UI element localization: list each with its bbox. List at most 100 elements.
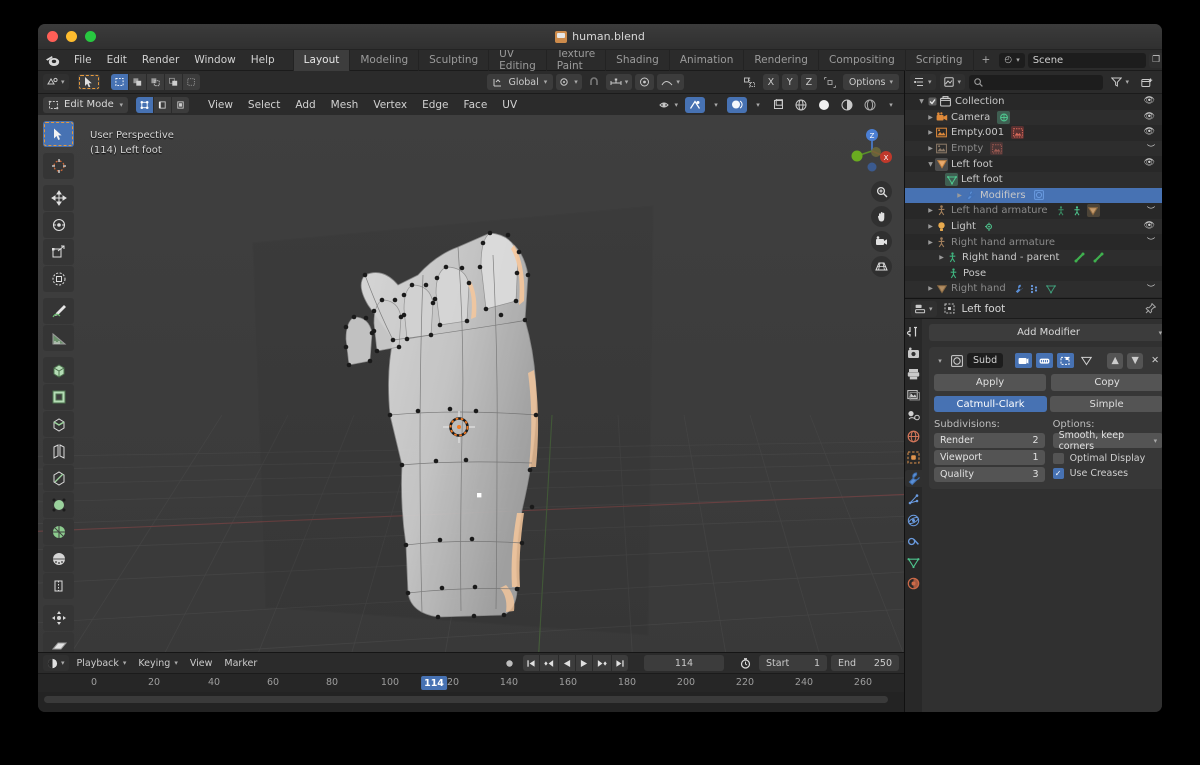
overlays-toggle-button[interactable]: [685, 96, 705, 113]
quality-field[interactable]: Quality 3: [934, 467, 1045, 482]
viewport-menu-select[interactable]: Select: [242, 97, 286, 113]
material-tab[interactable]: [905, 575, 922, 592]
spin-tool[interactable]: [43, 519, 74, 545]
workspace-tab-uv-editing[interactable]: UV Editing: [488, 48, 546, 72]
copy-button[interactable]: Copy: [1051, 374, 1162, 391]
shading-wireframe-button[interactable]: [769, 97, 788, 113]
timeline-menu-keying[interactable]: Keying ▾: [134, 655, 181, 671]
shading-solid-button[interactable]: [814, 97, 834, 113]
new-collection-icon[interactable]: [1137, 74, 1157, 90]
interaction-mode-dropdown[interactable]: Edit Mode ▾: [43, 96, 128, 113]
output-tab[interactable]: [905, 365, 922, 382]
disclosure-triangle-icon[interactable]: ▶: [937, 254, 946, 261]
simple-button[interactable]: Simple: [1050, 396, 1162, 412]
viewport-menu-view[interactable]: View: [202, 97, 239, 113]
disclosure-triangle-icon[interactable]: ▶: [926, 239, 935, 246]
close-window-button[interactable]: [47, 31, 58, 42]
editor-type-icon[interactable]: ▾: [43, 74, 69, 90]
menu-render[interactable]: Render: [135, 51, 186, 69]
select-mode-vertex-button[interactable]: [136, 96, 153, 113]
modifier-tab[interactable]: [905, 470, 922, 487]
shading-dropdown[interactable]: ▾: [883, 97, 899, 113]
transform-tool[interactable]: [43, 266, 74, 292]
use-creases-checkbox[interactable]: ✓: [1052, 468, 1064, 479]
modifier-toggle-on-cage[interactable]: [1015, 353, 1033, 368]
outliner-row-right-hand-parent[interactable]: ▶ Right hand - parent: [905, 249, 1162, 266]
outliner-row-left-hand-armature[interactable]: ▶ Left hand armature ︶: [905, 203, 1162, 219]
scene-browse-icon[interactable]: ◴ ▾: [999, 52, 1025, 68]
mesh-child-icon[interactable]: [1086, 204, 1100, 218]
optimal-display-row[interactable]: Optimal Display: [1052, 453, 1162, 464]
poly-build-tool[interactable]: [43, 492, 74, 518]
uv-smooth-dropdown[interactable]: Smooth, keep corners ▾: [1052, 430, 1162, 452]
render-subdivisions-field[interactable]: Render 2: [934, 433, 1045, 448]
workspace-add-button[interactable]: +: [972, 49, 999, 71]
visibility-eye-hidden-icon[interactable]: ︶: [1147, 143, 1155, 154]
workspace-tab-compositing[interactable]: Compositing: [817, 49, 905, 71]
disclosure-triangle-icon[interactable]: ▶: [926, 207, 935, 214]
rotate-tool[interactable]: [43, 212, 74, 238]
blender-logo-icon[interactable]: [45, 53, 61, 67]
shading-material-button[interactable]: [837, 97, 857, 113]
frame-end-field[interactable]: End 250: [831, 655, 899, 671]
visibility-eye-hidden-icon[interactable]: ︶: [1147, 205, 1155, 216]
mesh-data-icon[interactable]: [1045, 282, 1058, 295]
light-data-icon[interactable]: [983, 220, 996, 233]
scale-tool[interactable]: [43, 239, 74, 265]
measure-tool[interactable]: [43, 325, 74, 351]
select-set-button[interactable]: [110, 74, 128, 90]
subsurf-icon[interactable]: [1033, 189, 1046, 202]
visibility-eye-hidden-icon[interactable]: ︶: [1147, 236, 1155, 247]
disclosure-triangle-icon[interactable]: ▼: [926, 161, 935, 168]
add-modifier-dropdown[interactable]: Add Modifier ▾: [929, 324, 1162, 341]
previous-keyframe-button[interactable]: [540, 655, 558, 671]
visibility-eye-hidden-icon[interactable]: ︶: [1147, 283, 1155, 294]
jump-to-start-button[interactable]: [523, 655, 539, 671]
overlays-dropdown[interactable]: ▾: [708, 97, 724, 113]
arrow-down-icon[interactable]: ▼: [1127, 352, 1144, 369]
timeline-horizontal-scrollbar[interactable]: [44, 696, 888, 703]
select-invert-button[interactable]: [164, 74, 182, 90]
cursor-select-icon[interactable]: [77, 74, 100, 90]
grid-icon[interactable]: [871, 256, 892, 277]
close-icon[interactable]: ✕: [1147, 353, 1162, 369]
outliner-row-light[interactable]: ▶ Light 👁: [905, 218, 1162, 235]
menu-file[interactable]: File: [67, 51, 99, 69]
optimal-display-checkbox[interactable]: [1052, 453, 1064, 464]
viewport-options-dropdown[interactable]: Options ▾: [842, 74, 899, 90]
zoom-window-button[interactable]: [85, 31, 96, 42]
outliner-tree[interactable]: ▼ Collection 👁 ▶ Camera 👁 ▶ Empty.001 👁 …: [905, 94, 1162, 298]
visibility-eye-icon[interactable]: 👁: [1144, 127, 1155, 137]
next-keyframe-button[interactable]: [593, 655, 611, 671]
outliner-row-right-hand[interactable]: ▶ Right hand ︶: [905, 281, 1162, 297]
xray-toggle-button[interactable]: [727, 96, 747, 113]
select-mode-edge-button[interactable]: [154, 96, 171, 113]
viewport-menu-edge[interactable]: Edge: [416, 97, 454, 113]
outliner-row-left-foot-object[interactable]: ▼ Left foot 👁: [905, 156, 1162, 172]
timeline-playhead[interactable]: 114: [421, 676, 447, 690]
scene-name-field[interactable]: Scene: [1027, 52, 1146, 68]
apply-button[interactable]: Apply: [934, 374, 1047, 391]
select-intersect-button[interactable]: [182, 74, 200, 90]
visibility-eye-icon[interactable]: 👁: [1144, 158, 1155, 168]
shading-solid-wire-button[interactable]: [791, 97, 811, 113]
extrude-region-tool[interactable]: [43, 357, 74, 383]
proportional-edit-icon[interactable]: [635, 74, 655, 90]
timeline-editor-icon[interactable]: ▾: [43, 655, 69, 671]
jump-to-end-button[interactable]: [612, 655, 628, 671]
timeline-track-area[interactable]: [38, 692, 904, 712]
tweak-tool[interactable]: [43, 121, 74, 147]
viewport-menu-add[interactable]: Add: [289, 97, 321, 113]
annotate-tool[interactable]: [43, 298, 74, 324]
modifier-toggle-edit-mode[interactable]: [1036, 353, 1054, 368]
disclosure-triangle-icon[interactable]: ▼: [917, 98, 926, 105]
scene-tab[interactable]: [905, 407, 922, 424]
pose-icon[interactable]: [1055, 204, 1068, 217]
navigation-gizmo[interactable]: Z X: [848, 127, 896, 175]
vertexgroup-icon[interactable]: [1029, 282, 1042, 295]
outliner-row-camera[interactable]: ▶ Camera 👁: [905, 109, 1162, 126]
workspace-tab-scripting[interactable]: Scripting: [904, 49, 973, 71]
disclosure-triangle-icon[interactable]: ▶: [955, 192, 964, 199]
image-red-icon[interactable]: [1011, 126, 1025, 140]
hand-icon[interactable]: [871, 206, 892, 227]
